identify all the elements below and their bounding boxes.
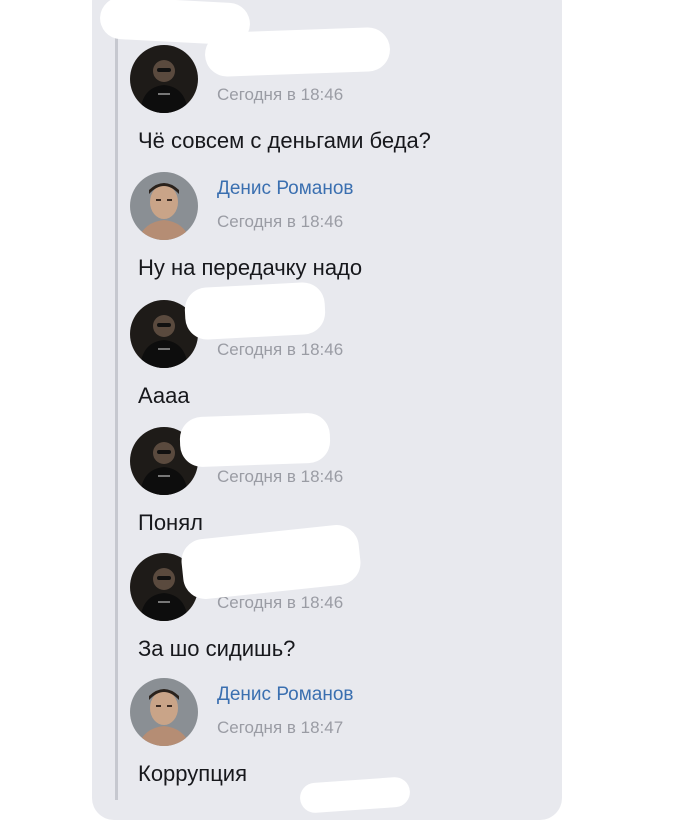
message-time: Сегодня в 18:46 (217, 85, 344, 104)
message-time: Сегодня в 18:46 (217, 340, 344, 359)
message-time: Сегодня в 18:46 (217, 593, 344, 612)
redaction-mark (183, 281, 327, 341)
message-text: Чё совсем с деньгами беда? (138, 128, 431, 153)
redaction-mark (204, 26, 391, 78)
author-name[interactable]: Денис Романов (217, 178, 354, 200)
message-time: Сегодня в 18:46 (217, 212, 344, 231)
message-text: Ну на передачку надо (138, 255, 363, 280)
message-text: Аааа (138, 383, 190, 408)
man-portrait-avatar[interactable] (130, 172, 198, 240)
message-time: Сегодня в 18:46 (217, 467, 344, 486)
thread-line (115, 38, 118, 800)
message-text: За шо сидишь? (138, 636, 296, 661)
man-portrait-avatar[interactable] (130, 678, 198, 746)
message-6: Денис Романов Сегодня в 18:47 Коррупция (130, 678, 530, 798)
message-text: Понял (138, 510, 203, 535)
message-time: Сегодня в 18:47 (217, 718, 344, 737)
dark-figure-avatar[interactable] (130, 45, 198, 113)
redaction-mark (179, 412, 331, 468)
author-name[interactable]: Денис Романов (217, 684, 354, 706)
message-text: Коррупция (138, 761, 247, 786)
message-2: Денис Романов Сегодня в 18:46 Ну на пере… (130, 172, 530, 292)
